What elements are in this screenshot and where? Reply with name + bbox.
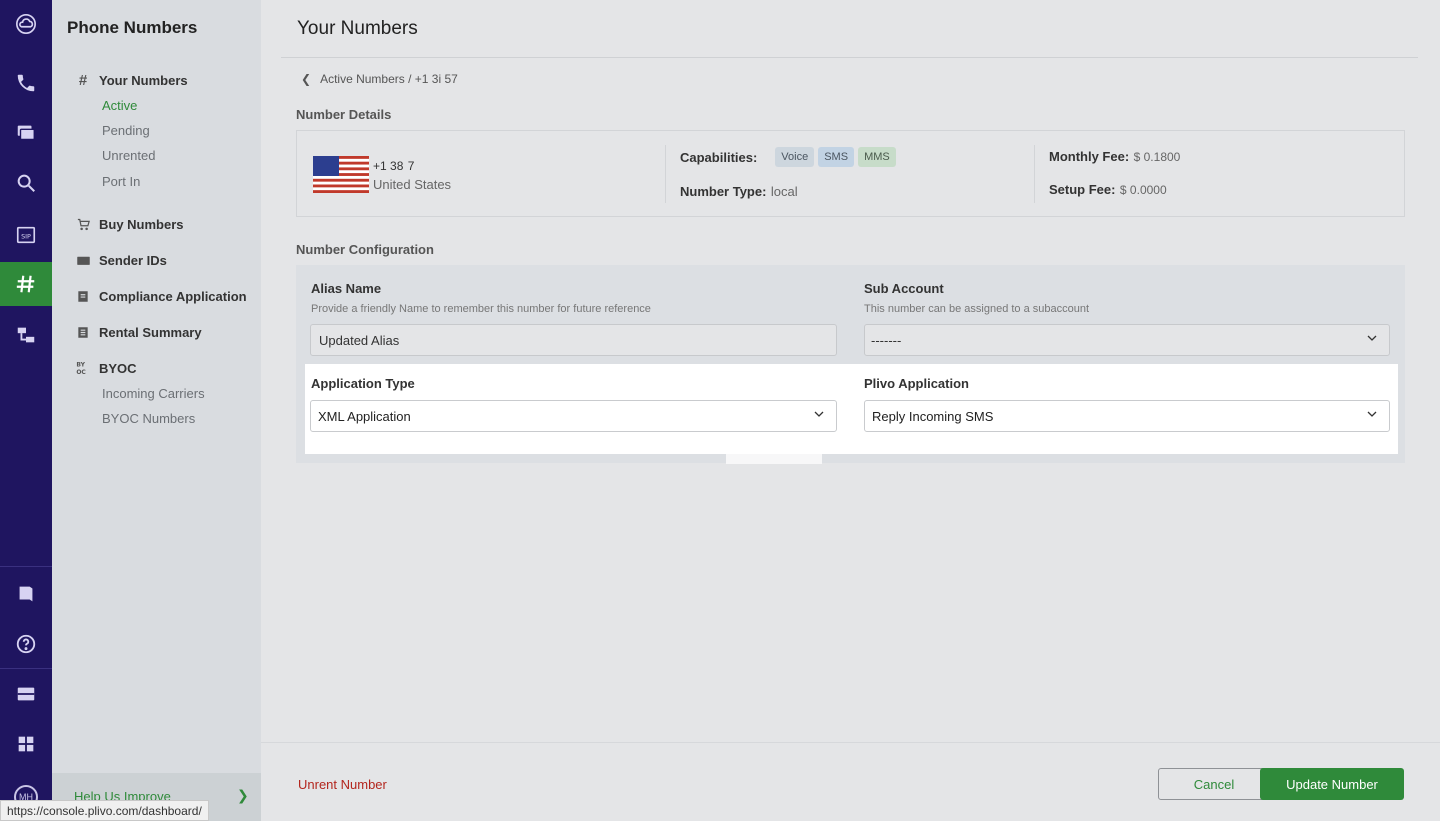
sidebar-item-buy-numbers[interactable]: Buy Numbers bbox=[74, 215, 184, 233]
help-icon[interactable] bbox=[0, 622, 52, 666]
sub-account-value: ------- bbox=[871, 333, 902, 348]
status-bar-url: https://console.plivo.com/dashboard/ bbox=[0, 800, 209, 821]
update-number-button[interactable]: Update Number bbox=[1260, 768, 1404, 800]
sidebar-item-rental-summary[interactable]: Rental Summary bbox=[74, 323, 202, 341]
breadcrumb-text[interactable]: Active Numbers / +1 3і 57 bbox=[320, 72, 458, 86]
billing-icon[interactable] bbox=[0, 672, 52, 716]
flow-icon[interactable] bbox=[0, 313, 52, 357]
chevron-down-icon bbox=[814, 411, 824, 417]
sidebar-item-active[interactable]: Active bbox=[102, 98, 137, 113]
id-card-icon bbox=[74, 251, 92, 269]
number-details-card: +1 38 7 United States Capabilities: Voic… bbox=[296, 130, 1405, 217]
setup-fee-value: $ 0.0000 bbox=[1119, 183, 1167, 197]
sidebar-item-sender-ids[interactable]: Sender IDs bbox=[74, 251, 167, 269]
monthly-fee-value: $ 0.1800 bbox=[1133, 150, 1181, 164]
document-icon bbox=[74, 287, 92, 305]
highlight-tab bbox=[726, 454, 822, 464]
sidebar-item-label: Sender IDs bbox=[99, 252, 167, 268]
list-icon bbox=[74, 323, 92, 341]
apps-icon[interactable] bbox=[0, 722, 52, 766]
setup-fee-row: Setup Fee: $ 0.0000 bbox=[1049, 181, 1167, 199]
plivo-application-select[interactable]: Reply Incoming SMS bbox=[864, 400, 1390, 432]
alias-name-hint: Provide a friendly Name to remember this… bbox=[311, 303, 651, 315]
sidebar-item-compliance[interactable]: Compliance Application bbox=[74, 287, 247, 305]
rail-divider bbox=[0, 566, 52, 567]
application-type-select[interactable]: XML Application bbox=[310, 400, 837, 432]
setup-fee-label: Setup Fee: bbox=[1049, 182, 1116, 197]
chevron-right-icon: ❯ bbox=[237, 787, 249, 803]
number-details-label: Number Details bbox=[296, 107, 392, 122]
rail-divider bbox=[0, 668, 52, 669]
application-type-value: XML Application bbox=[318, 409, 411, 424]
breadcrumb[interactable]: ❮ Active Numbers / +1 3і 57 bbox=[301, 72, 458, 86]
svg-text:BY: BY bbox=[76, 362, 85, 369]
search-icon[interactable] bbox=[0, 161, 52, 205]
hash-icon: # bbox=[78, 71, 88, 89]
divider bbox=[665, 145, 666, 203]
hash-icon[interactable] bbox=[0, 262, 52, 306]
sidebar-item-label: Compliance Application bbox=[99, 288, 247, 304]
cart-icon bbox=[74, 215, 92, 233]
sidebar-item-your-numbers[interactable]: # Your Numbers bbox=[74, 71, 188, 89]
book-icon[interactable] bbox=[0, 572, 52, 616]
sub-account-select[interactable]: ------- bbox=[864, 324, 1390, 356]
sidebar-item-label: BYOC bbox=[99, 360, 137, 376]
sidebar-item-label: Rental Summary bbox=[99, 324, 202, 340]
sidebar-title: Phone Numbers bbox=[67, 18, 198, 37]
app-rail: SIP bbox=[0, 0, 52, 821]
phone-number: +1 38 7 bbox=[373, 159, 415, 173]
svg-text:OC: OC bbox=[76, 369, 86, 376]
sidebar-item-port-in[interactable]: Port In bbox=[102, 174, 140, 189]
us-flag-icon bbox=[313, 156, 369, 193]
monthly-fee-label: Monthly Fee: bbox=[1049, 149, 1130, 164]
number-type-label: Number Type: bbox=[680, 184, 767, 199]
number-configuration-label: Number Configuration bbox=[296, 242, 434, 257]
capability-voice-tag: Voice bbox=[775, 147, 815, 167]
alias-name-input[interactable]: Updated Alias bbox=[310, 324, 837, 356]
capabilities-row: Capabilities: Voice SMS MMS bbox=[680, 147, 896, 167]
sidebar-item-byoc[interactable]: BY OC BYOC bbox=[74, 359, 137, 377]
chevron-down-icon bbox=[1367, 411, 1377, 417]
application-type-title: Application Type bbox=[311, 376, 415, 391]
sub-account-hint: This number can be assigned to a subacco… bbox=[864, 303, 1090, 315]
svg-text:SIP: SIP bbox=[21, 233, 31, 241]
capability-sms-tag: SMS bbox=[818, 147, 855, 167]
sidebar-item-byoc-numbers[interactable]: BYOC Numbers bbox=[102, 411, 195, 426]
phone-numbers-sidebar: Phone Numbers # Your Numbers Active Pend… bbox=[52, 0, 261, 821]
chevron-left-icon[interactable]: ❮ bbox=[301, 72, 311, 86]
byoc-icon: BY OC bbox=[74, 359, 92, 377]
chat-icon[interactable] bbox=[0, 111, 52, 155]
cancel-button[interactable]: Cancel bbox=[1158, 768, 1270, 800]
divider bbox=[281, 57, 1418, 58]
capability-mms-tag: MMS bbox=[858, 147, 896, 167]
phone-icon[interactable] bbox=[0, 61, 52, 105]
cloud-icon[interactable] bbox=[0, 2, 52, 46]
number-type-value: local bbox=[770, 184, 798, 199]
footer-bar: Unrent Number Cancel Update Number bbox=[261, 742, 1440, 821]
sip-icon[interactable]: SIP bbox=[0, 213, 52, 257]
number-type-row: Number Type: local bbox=[680, 183, 798, 201]
sidebar-item-incoming-carriers[interactable]: Incoming Carriers bbox=[102, 386, 205, 401]
chevron-down-icon bbox=[1367, 335, 1377, 341]
plivo-application-value: Reply Incoming SMS bbox=[872, 409, 994, 424]
sidebar-item-unrented[interactable]: Unrented bbox=[102, 148, 155, 163]
unrent-number-link[interactable]: Unrent Number bbox=[298, 777, 387, 792]
divider bbox=[1034, 145, 1035, 203]
sidebar-item-pending[interactable]: Pending bbox=[102, 123, 150, 138]
plivo-application-title: Plivo Application bbox=[864, 376, 969, 391]
alias-name-title: Alias Name bbox=[311, 281, 382, 296]
capabilities-label: Capabilities: bbox=[680, 149, 758, 165]
country: United States bbox=[373, 177, 452, 192]
sidebar-item-label: Your Numbers bbox=[99, 72, 188, 88]
page-title: Your Numbers bbox=[297, 18, 418, 39]
sidebar-item-label: Buy Numbers bbox=[99, 216, 184, 232]
monthly-fee-row: Monthly Fee: $ 0.1800 bbox=[1049, 148, 1180, 166]
application-settings-row: Application Type XML Application Plivo A… bbox=[305, 364, 1398, 454]
sub-account-title: Sub Account bbox=[864, 281, 944, 296]
